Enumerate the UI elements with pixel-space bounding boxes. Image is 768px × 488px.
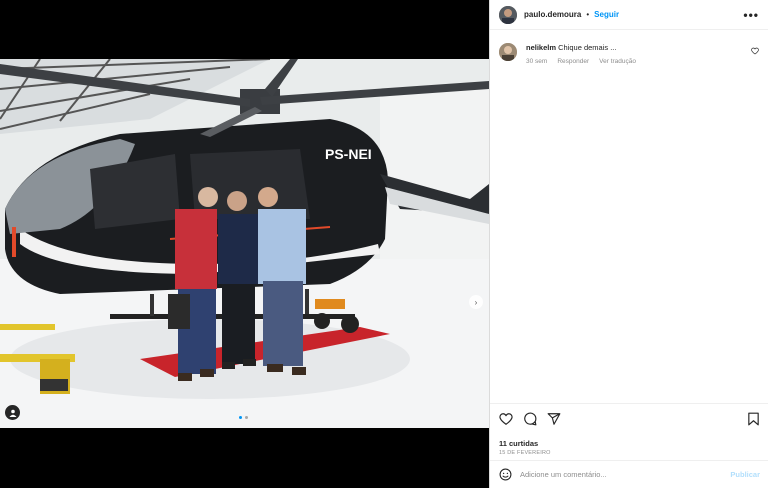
translate-button[interactable]: Ver tradução xyxy=(599,58,636,65)
post-side-panel: paulo.demoura • Seguir ••• nelikelm Chiq… xyxy=(489,0,768,488)
reply-button[interactable]: Responder xyxy=(557,58,589,65)
heart-icon[interactable] xyxy=(499,412,513,426)
likes-count[interactable]: 11 curtidas xyxy=(499,439,760,448)
chevron-right-icon: › xyxy=(474,297,478,307)
media-area: PS-NEI › xyxy=(0,0,489,488)
commenter-avatar-image xyxy=(499,43,517,61)
author-username[interactable]: paulo.demoura xyxy=(524,10,581,19)
comment-body: nelikelm Chique demais ... 30 sem Respon… xyxy=(526,43,751,65)
comment-text-line: nelikelm Chique demais ... xyxy=(526,43,751,52)
comment-item: nelikelm Chique demais ... 30 sem Respon… xyxy=(490,30,768,65)
comment-time: 30 sem xyxy=(526,58,548,65)
author-avatar[interactable] xyxy=(499,5,517,24)
author-avatar-image xyxy=(499,5,517,24)
commenter-username[interactable]: nelikelm xyxy=(526,43,556,52)
instagram-post-viewer: PS-NEI › paulo.demoura • Seguir ••• neli… xyxy=(0,0,768,488)
comment-input[interactable] xyxy=(520,470,731,479)
add-comment-bar: Publicar xyxy=(490,460,768,488)
next-image-button[interactable]: › xyxy=(469,295,483,309)
publish-button[interactable]: Publicar xyxy=(730,470,760,479)
follow-button[interactable]: Seguir xyxy=(594,10,619,19)
carousel-dot xyxy=(245,416,248,419)
comment-like-heart-icon[interactable] xyxy=(751,47,759,65)
share-icon[interactable] xyxy=(547,412,561,426)
carousel-dot xyxy=(239,416,242,419)
aircraft-registration: PS-NEI xyxy=(325,146,372,162)
commenter-avatar[interactable] xyxy=(499,43,517,61)
post-actions: 11 curtidas 15 DE FEVEREIRO xyxy=(490,403,768,456)
more-options-button[interactable]: ••• xyxy=(743,8,759,22)
comment-text: Chique demais ... xyxy=(558,43,617,52)
action-row xyxy=(499,411,760,427)
emoji-icon[interactable] xyxy=(499,468,512,481)
separator-dot: • xyxy=(586,10,590,19)
carousel-indicator xyxy=(239,416,248,419)
comment-meta: 30 sem Responder Ver tradução xyxy=(526,58,751,65)
post-photo[interactable]: PS-NEI › xyxy=(0,59,489,428)
user-tag-icon xyxy=(9,409,16,417)
user-tag-button[interactable] xyxy=(5,405,20,420)
comment-icon[interactable] xyxy=(523,412,537,426)
post-date: 15 DE FEVEREIRO xyxy=(499,450,551,456)
post-header: paulo.demoura • Seguir ••• xyxy=(490,0,768,30)
bookmark-icon[interactable] xyxy=(747,412,760,426)
hangar-helicopter-image: PS-NEI xyxy=(0,59,489,428)
